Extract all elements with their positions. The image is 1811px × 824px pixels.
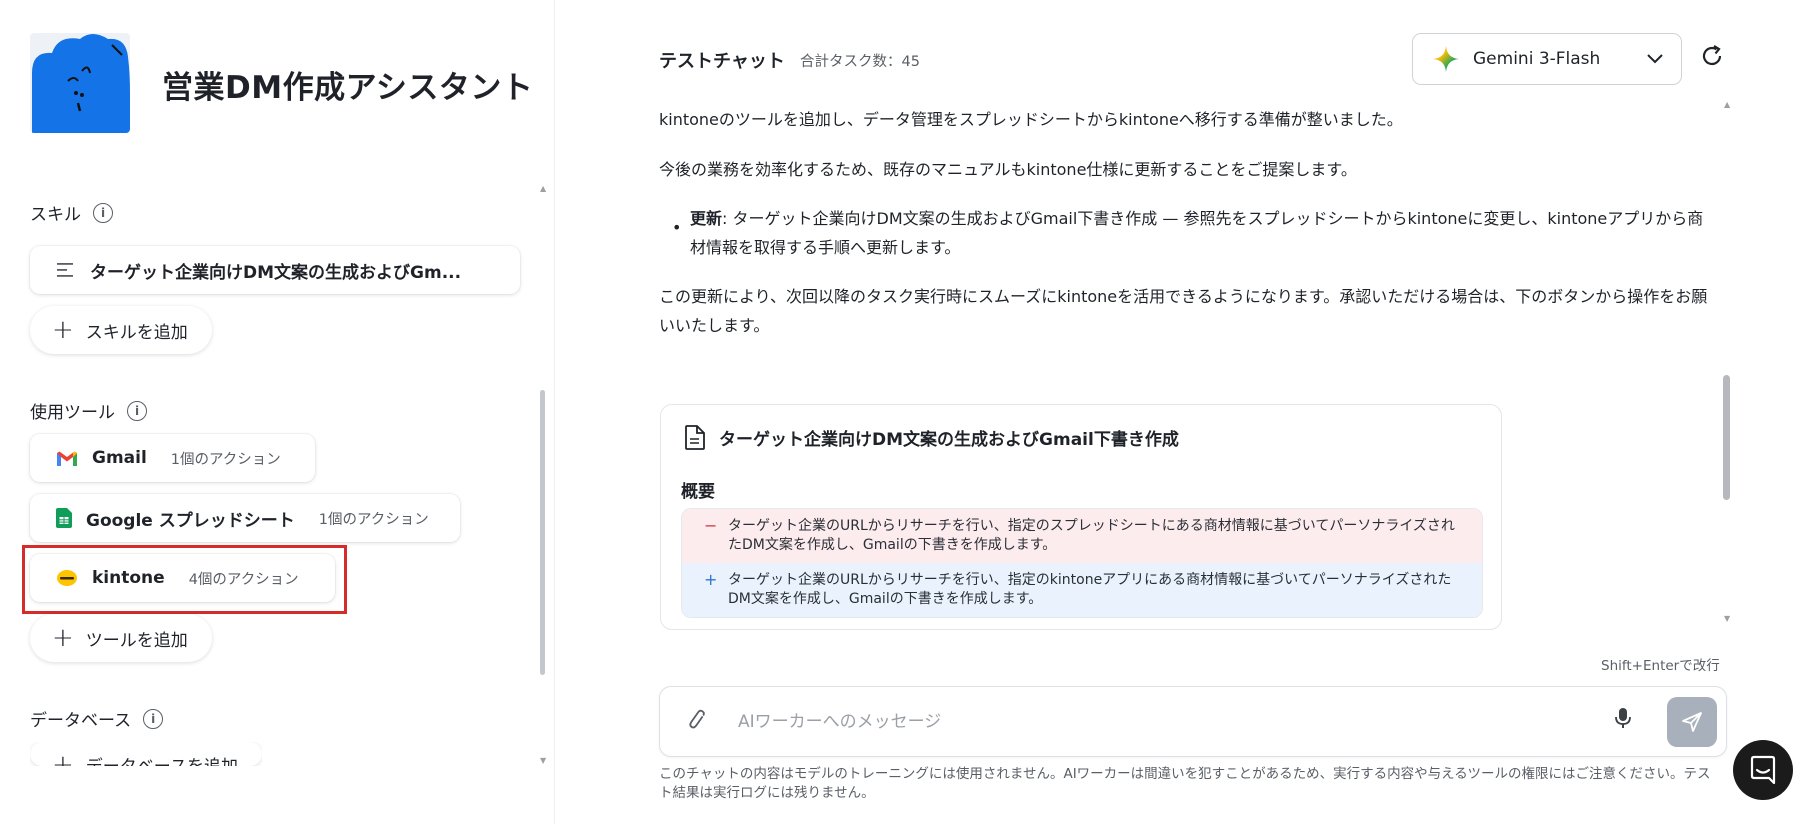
send-icon bbox=[1682, 712, 1702, 732]
microphone-icon[interactable] bbox=[1615, 707, 1631, 729]
task-count: 合計タスク数：45 bbox=[800, 54, 920, 70]
tools-section-label: 使用ツール i bbox=[30, 398, 147, 423]
database-label: データベース bbox=[30, 711, 132, 731]
assistant-title: 営業DM作成アシスタント bbox=[162, 70, 534, 106]
sidebar: 営業DM作成アシスタント スキル i ターゲット企業向けDM文案の生成およびGm… bbox=[0, 0, 555, 824]
tool-name: Google スプレッドシート bbox=[86, 510, 295, 531]
diff-added-line: + ターゲット企業のURLからリサーチを行い、指定のkintoneアプリにある商… bbox=[682, 563, 1482, 617]
chat-scrollbar[interactable] bbox=[1723, 375, 1730, 500]
add-tool-button[interactable]: + ツールを追加 bbox=[30, 614, 212, 662]
skill-card[interactable]: ターゲット企業向けDM文案の生成およびGm... bbox=[30, 246, 520, 294]
document-icon bbox=[685, 425, 705, 450]
message-composer bbox=[659, 686, 1727, 757]
highlight-box bbox=[22, 545, 347, 614]
tool-card-gmail[interactable]: Gmail 1個のアクション bbox=[30, 434, 315, 482]
diff-removed-line: − ターゲット企業のURLからリサーチを行い、指定のスプレッドシートにある商材情… bbox=[682, 509, 1482, 563]
refresh-icon[interactable] bbox=[1700, 44, 1724, 75]
skills-section-label: スキル i bbox=[30, 200, 113, 225]
message-paragraph: 今後の業務を効率化するため、既存のマニュアルもkintone仕様に更新することを… bbox=[659, 160, 1357, 179]
gmail-icon bbox=[57, 451, 77, 466]
newline-hint: Shift+Enterで改行 bbox=[1601, 658, 1720, 674]
tool-name: Gmail bbox=[92, 448, 147, 468]
attach-icon[interactable] bbox=[681, 706, 710, 739]
plus-icon: + bbox=[704, 570, 718, 589]
message-input[interactable] bbox=[738, 703, 1538, 741]
message-paragraph: kintoneのツールを追加し、データ管理をスプレッドシートからkintoneへ… bbox=[659, 110, 1403, 129]
tool-card-google-sheets[interactable]: Google スプレッドシート 1個のアクション bbox=[30, 494, 460, 542]
tool-actions: 1個のアクション bbox=[318, 511, 429, 528]
preview-header: ターゲット企業向けDM文案の生成およびGmail下書き作成 bbox=[685, 425, 1179, 450]
chat-title: テストチャット bbox=[659, 51, 785, 72]
skill-label: ターゲット企業向けDM文案の生成およびGm... bbox=[90, 262, 462, 283]
add-skill-label: スキルを追加 bbox=[85, 322, 188, 343]
message-bullet: 更新: ターゲット企業向けDM文案の生成およびGmail下書き作成 — 参照先を… bbox=[690, 204, 1710, 262]
info-icon[interactable]: i bbox=[93, 202, 113, 223]
plus-icon: + bbox=[52, 750, 74, 766]
preview-title: ターゲット企業向けDM文案の生成およびGmail下書き作成 bbox=[719, 430, 1179, 450]
add-tool-label: ツールを追加 bbox=[85, 630, 188, 651]
disclaimer-text: このチャットの内容はモデルのトレーニングには使用されません。AIワーカーは間違い… bbox=[659, 766, 1711, 801]
add-skill-button[interactable]: + スキルを追加 bbox=[30, 306, 212, 354]
chat-icon bbox=[1750, 755, 1776, 785]
skills-label: スキル bbox=[30, 205, 81, 225]
diff-box: − ターゲット企業のURLからリサーチを行い、指定のスプレッドシートにある商材情… bbox=[681, 508, 1483, 618]
support-chat-button[interactable] bbox=[1733, 740, 1793, 800]
chevron-down-icon bbox=[1647, 54, 1663, 64]
add-database-button[interactable]: + データベースを追加 bbox=[30, 742, 262, 766]
scroll-down-arrow[interactable]: ▼ bbox=[540, 756, 546, 765]
info-icon[interactable]: i bbox=[127, 400, 147, 421]
add-database-label: データベースを追加 bbox=[86, 752, 238, 766]
message-paragraph: この更新により、次回以降のタスク実行時にスムーズにkintoneを活用できるよう… bbox=[659, 287, 1708, 335]
scroll-up-arrow[interactable]: ▲ bbox=[1724, 100, 1730, 109]
diff-removed-text: ターゲット企業のURLからリサーチを行い、指定のスプレッドシートにある商材情報に… bbox=[728, 518, 1455, 553]
plus-icon: + bbox=[52, 623, 74, 653]
bullet-dot: • bbox=[672, 218, 682, 237]
sidebar-scrollbar[interactable] bbox=[540, 390, 545, 675]
info-icon[interactable]: i bbox=[143, 708, 164, 729]
scroll-down-arrow[interactable]: ▼ bbox=[1724, 614, 1730, 623]
model-label: Gemini 3-Flash bbox=[1473, 49, 1601, 69]
assistant-avatar bbox=[30, 33, 130, 133]
tools-label: 使用ツール bbox=[30, 403, 115, 423]
model-select[interactable]: Gemini 3-Flash bbox=[1412, 33, 1682, 85]
minus-icon: − bbox=[704, 516, 718, 535]
list-icon bbox=[57, 263, 73, 277]
sheets-icon bbox=[56, 508, 72, 528]
send-button[interactable] bbox=[1667, 697, 1717, 747]
diff-added-text: ターゲット企業のURLからリサーチを行い、指定のkintoneアプリにある商材情… bbox=[728, 572, 1452, 607]
skill-diff-preview: ターゲット企業向けDM文案の生成およびGmail下書き作成 概要 − ターゲット… bbox=[660, 404, 1502, 630]
plus-icon: + bbox=[52, 315, 74, 345]
bullet-text: : ターゲット企業向けDM文案の生成およびGmail下書き作成 — 参照先をスプ… bbox=[690, 209, 1704, 257]
database-section-label: データベース i bbox=[30, 706, 164, 731]
scroll-up-arrow[interactable]: ▲ bbox=[540, 184, 546, 193]
tool-actions: 1個のアクション bbox=[170, 451, 281, 468]
gemini-icon bbox=[1433, 46, 1459, 72]
bullet-label: 更新 bbox=[690, 209, 723, 228]
preview-section-title: 概要 bbox=[681, 482, 715, 502]
